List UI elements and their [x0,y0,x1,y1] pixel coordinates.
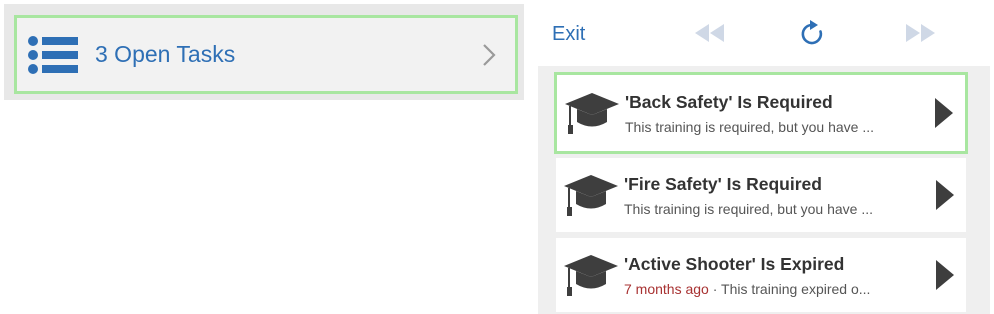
rewind-icon[interactable] [690,20,728,46]
toolbar: Exit [538,0,994,66]
training-age: 7 months ago [624,280,709,297]
training-subtitle: This training is required, but you have … [624,201,934,217]
play-arrow-icon [936,180,954,210]
list-icon [28,35,78,74]
training-title: 'Fire Safety' Is Required [624,173,822,194]
play-arrow-icon [936,260,954,290]
training-title: 'Active Shooter' Is Expired [624,253,845,274]
chevron-right-icon [483,43,496,66]
training-card-text: 'Back Safety' Is Required This training … [625,92,933,135]
training-description: This training is required, but you have … [625,118,875,135]
training-subtitle: This training is required, but you have … [625,119,933,135]
training-title: 'Back Safety' Is Required [625,91,833,112]
graduation-cap-icon [564,175,618,216]
open-tasks-label: 3 Open Tasks [95,41,236,67]
training-card-back-safety[interactable]: 'Back Safety' Is Required This training … [554,72,968,154]
screen: 3 Open Tasks Exit 'Back Safety' Is Requi… [0,0,994,314]
training-card-text: 'Fire Safety' Is Required This training … [624,174,934,217]
training-panel: Exit 'Back Safety' Is Required This trai… [538,0,994,314]
training-card-active-shooter[interactable]: 'Active Shooter' Is Expired 7 months ago… [556,238,966,312]
graduation-cap-icon [564,255,618,296]
open-tasks-row[interactable]: 3 Open Tasks [14,15,518,94]
training-card-text: 'Active Shooter' Is Expired 7 months ago… [624,254,934,297]
training-description: This training is required, but you have … [624,200,874,217]
play-arrow-icon [935,98,953,128]
refresh-icon[interactable] [800,18,826,48]
graduation-cap-icon [565,93,619,134]
training-description: · This training expired o... [708,280,871,297]
fast-forward-icon[interactable] [902,20,940,46]
training-list: 'Back Safety' Is Required This training … [538,66,990,314]
open-tasks-panel: 3 Open Tasks [4,4,524,100]
training-subtitle: 7 months ago · This training expired o..… [624,281,934,297]
training-card-fire-safety[interactable]: 'Fire Safety' Is Required This training … [556,158,966,232]
exit-button[interactable]: Exit [552,23,585,46]
